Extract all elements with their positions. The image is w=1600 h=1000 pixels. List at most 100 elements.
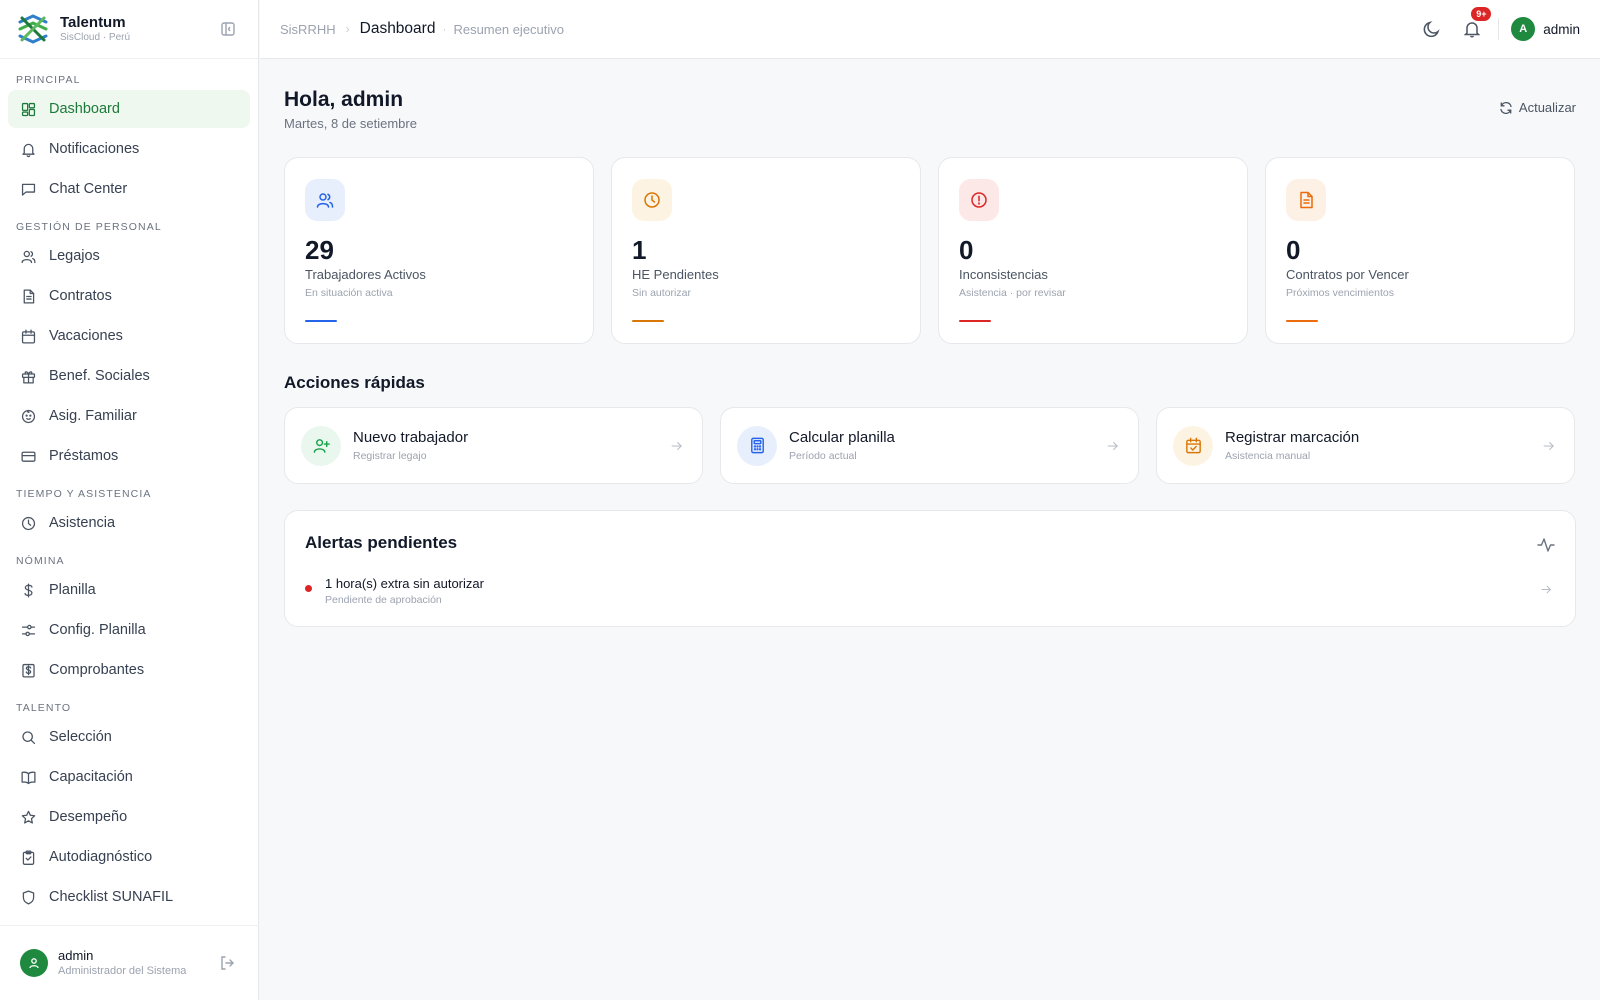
breadcrumb-root[interactable]: SisRRHH (280, 22, 336, 37)
stat-subtitle: Asistencia · por revisar (959, 287, 1066, 299)
user-plus-icon (313, 439, 330, 453)
bell-icon (22, 143, 35, 157)
refresh-button[interactable]: Actualizar (1499, 100, 1576, 115)
stat-subtitle: En situación activa (305, 287, 393, 299)
stat-card-he-pendientes[interactable]: 1 HE Pendientes Sin autorizar (611, 157, 921, 344)
sidebar-item-label: Legajos (49, 248, 100, 264)
stat-accent-bar (1286, 320, 1318, 322)
quick-action-icon-badge (1173, 425, 1213, 466)
sidebar-item-label: Autodiagnóstico (49, 849, 153, 865)
stat-subtitle: Sin autorizar (632, 287, 691, 299)
refresh-label: Actualizar (1518, 100, 1576, 115)
breadcrumb-current: Dashboard (359, 20, 436, 37)
document-icon (23, 288, 35, 304)
dark-mode-moon-icon[interactable] (1422, 19, 1442, 39)
sidebar-item-asig-familiar[interactable]: Asig. Familiar (8, 397, 250, 435)
page-title: Hola, admin (284, 88, 404, 111)
sidebar-user-role: Administrador del Sistema (58, 964, 187, 977)
credit-card-icon (21, 451, 36, 462)
sidebar-item-prestamos[interactable]: Préstamos (8, 437, 250, 475)
topbar: SisRRHH › Dashboard · Resumen ejecutivo … (260, 0, 1600, 59)
stats-row: 29 Trabajadores Activos En situación activ… (284, 157, 1576, 344)
sidebar-item-label: Capacitación (49, 769, 133, 785)
sidebar-item-label: Planilla (49, 582, 96, 598)
sidebar-item-seleccion[interactable]: Selección (8, 718, 250, 756)
sidebar-item-capacitacion[interactable]: Capacitación (8, 758, 250, 796)
topbar-user-menu[interactable]: A admin (1511, 17, 1580, 41)
sidebar-item-planilla[interactable]: Planilla (8, 571, 250, 609)
stat-label: HE Pendientes (632, 267, 719, 282)
users-icon (21, 250, 36, 263)
sidebar-item-label: Asig. Familiar (49, 408, 137, 424)
stat-label: Trabajadores Activos (305, 267, 426, 282)
alert-circle-icon (971, 192, 987, 208)
sidebar-item-config-planilla[interactable]: Config. Planilla (8, 611, 250, 649)
sidebar-item-dashboard[interactable]: Dashboard (8, 90, 250, 128)
dashboard-icon (21, 102, 36, 116)
sidebar-collapse-icon[interactable] (220, 21, 236, 37)
stat-accent-bar (305, 320, 337, 322)
book-icon (21, 771, 36, 784)
sidebar-item-asistencia[interactable]: Asistencia (8, 504, 250, 542)
quick-action-nuevo-trabajador[interactable]: Nuevo trabajador Registrar legajo (284, 407, 703, 484)
breadcrumb-dot: · (442, 22, 447, 36)
sidebar-item-label: Config. Planilla (49, 622, 146, 638)
receipt-icon (22, 663, 35, 678)
arrow-right-icon (1541, 585, 1551, 594)
search-icon (22, 730, 36, 744)
topbar-user-name: admin (1543, 21, 1580, 37)
sidebar-item-chat-center[interactable]: Chat Center (8, 170, 250, 208)
clipboard-check-icon (22, 849, 35, 865)
nav-section-nomina: NÓMINA (16, 555, 65, 567)
sidebar-item-desempeno[interactable]: Desempeño (8, 798, 250, 836)
talentum-logo-icon (18, 14, 48, 44)
stat-subtitle: Próximos vencimientos (1286, 287, 1394, 299)
sidebar-item-label: Notificaciones (49, 141, 140, 157)
alert-item[interactable]: 1 hora(s) extra sin autorizar Pendiente d… (305, 575, 1555, 606)
sidebar-item-autodiagnostico[interactable]: Autodiagnóstico (8, 838, 250, 876)
stat-value: 0 (959, 235, 974, 265)
quick-action-subtitle: Registrar legajo (353, 450, 427, 462)
main-content: Hola, admin Martes, 8 de setiembre Actua… (284, 59, 1576, 627)
sidebar-item-comprobantes[interactable]: Comprobantes (8, 651, 250, 689)
document-icon (1300, 191, 1313, 209)
sidebar-item-label: Comprobantes (49, 662, 145, 678)
stat-card-trabajadores-activos[interactable]: 29 Trabajadores Activos En situación activ… (284, 157, 594, 344)
quick-action-calcular-planilla[interactable]: Calcular planilla Período actual (720, 407, 1139, 484)
quick-action-registrar-marcacion[interactable]: Registrar marcación Asistencia manual (1156, 407, 1575, 484)
quick-action-subtitle: Asistencia manual (1225, 450, 1311, 462)
alert-status-dot (305, 585, 312, 592)
stat-value: 1 (632, 235, 647, 265)
sidebar-item-label: Selección (49, 729, 112, 745)
user-avatar[interactable] (20, 949, 48, 977)
gift-icon (21, 370, 36, 384)
sidebar-item-label: Dashboard (49, 101, 120, 117)
stat-card-contratos-por-vencer[interactable]: 0 Contratos por Vencer Próximos vencimient… (1265, 157, 1575, 344)
arrow-right-icon (671, 441, 682, 451)
sidebar-nav: PRINCIPAL Dashboard Notificaciones Chat Cen… (0, 59, 258, 916)
star-icon (21, 810, 36, 824)
sidebar-item-label: Chat Center (49, 181, 128, 197)
sidebar-user: admin Administrador del Sistema (0, 925, 259, 1000)
notifications-button[interactable]: 9+ (1462, 7, 1492, 39)
nav-section-tiempo-y-asistencia: TIEMPO Y ASISTENCIA (16, 488, 152, 500)
stat-card-inconsistencias[interactable]: 0 Inconsistencias Asistencia · por revisar (938, 157, 1248, 344)
sidebar-item-legajos[interactable]: Legajos (8, 237, 250, 275)
sidebar-item-label: Vacaciones (49, 328, 123, 344)
sidebar-item-checklist-sunafil[interactable]: Checklist SUNAFIL (8, 878, 250, 916)
sidebar: Talentum SisCloud · Perú PRINCIPAL Dashbo… (0, 0, 259, 1000)
breadcrumb-separator: › (345, 22, 350, 36)
notification-badge: 9+ (1471, 7, 1492, 21)
baby-icon (21, 409, 36, 423)
breadcrumb-description: Resumen ejecutivo (453, 21, 565, 37)
sliders-icon (21, 624, 36, 636)
logout-icon[interactable] (219, 955, 235, 971)
alerts-list: 1 hora(s) extra sin autorizar Pendiente d… (305, 575, 1555, 606)
sidebar-item-vacaciones[interactable]: Vacaciones (8, 317, 250, 355)
quick-actions-row: Nuevo trabajador Registrar legajo Calcular… (284, 407, 1576, 484)
sidebar-item-benef-sociales[interactable]: Benef. Sociales (8, 357, 250, 395)
sidebar-item-contratos[interactable]: Contratos (8, 277, 250, 315)
sidebar-item-notificaciones[interactable]: Notificaciones (8, 130, 250, 168)
sidebar-item-label: Benef. Sociales (49, 368, 150, 384)
quick-action-icon-badge (737, 425, 777, 466)
